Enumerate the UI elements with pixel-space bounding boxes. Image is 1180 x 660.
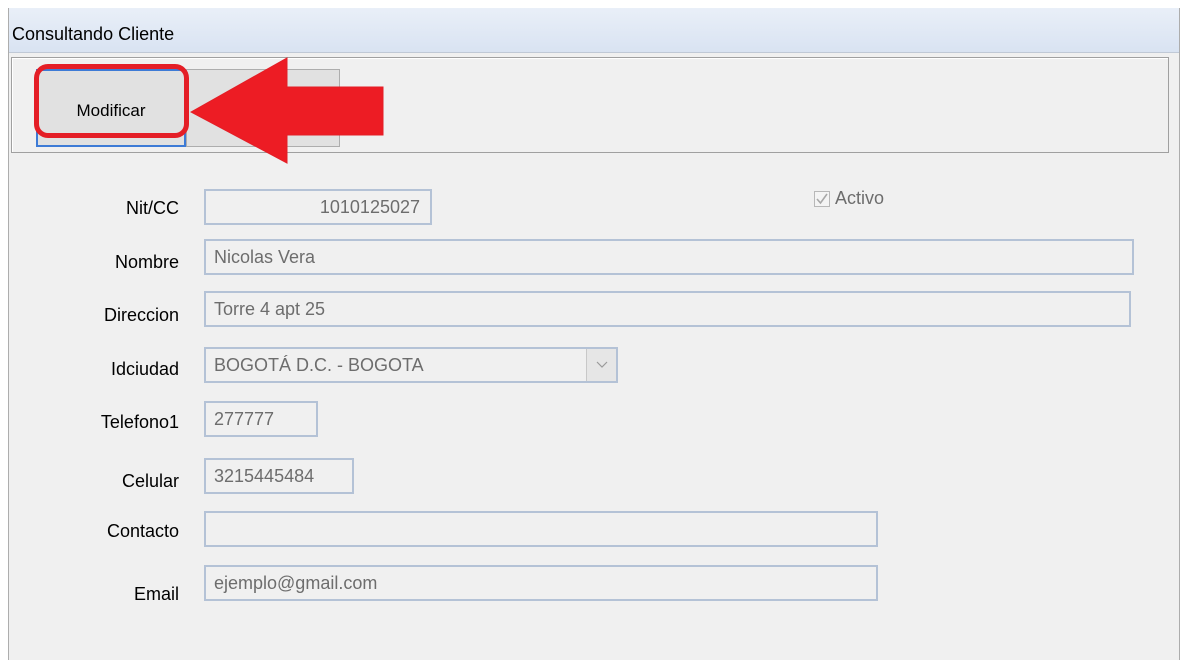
- celular-field[interactable]: 3215445484: [204, 458, 354, 494]
- modificar-button-label: Modificar: [76, 101, 146, 120]
- idciudad-selected-value: BOGOTÁ D.C. - BOGOTA: [214, 355, 424, 375]
- chevron-down-icon: [596, 361, 607, 368]
- secondary-toolbar-button[interactable]: [186, 69, 340, 147]
- celular-label: Celular: [121, 471, 179, 491]
- nit-label: Nit/CC: [126, 198, 179, 218]
- nit-field[interactable]: 1010125027: [204, 189, 432, 225]
- direccion-label: Direccion: [103, 305, 179, 325]
- window-title: Consultando Cliente: [12, 24, 175, 44]
- contacto-field[interactable]: [204, 511, 878, 547]
- telefono1-field[interactable]: 277777: [204, 401, 318, 437]
- telefono1-label: Telefono1: [100, 412, 179, 432]
- checkmark-icon: [816, 193, 828, 205]
- email-label: Email: [133, 584, 179, 604]
- idciudad-label: Idciudad: [110, 359, 179, 379]
- activo-label: Activo: [835, 188, 885, 208]
- consultando-cliente-window: Consultando Cliente Modificar Nit/CC 101…: [8, 8, 1180, 660]
- contacto-label: Contacto: [106, 521, 179, 541]
- modificar-button[interactable]: Modificar: [36, 69, 186, 147]
- direccion-field[interactable]: Torre 4 apt 25: [204, 291, 1131, 327]
- email-field[interactable]: ejemplo@gmail.com: [204, 565, 878, 601]
- idciudad-select[interactable]: BOGOTÁ D.C. - BOGOTA: [204, 347, 618, 383]
- title-bar: Consultando Cliente: [9, 8, 1179, 53]
- idciudad-dropdown-button[interactable]: [586, 349, 616, 381]
- activo-checkbox[interactable]: [814, 191, 830, 207]
- nombre-label: Nombre: [114, 252, 179, 272]
- nombre-field[interactable]: Nicolas Vera: [204, 239, 1134, 275]
- toolbar: Modificar: [11, 57, 1169, 153]
